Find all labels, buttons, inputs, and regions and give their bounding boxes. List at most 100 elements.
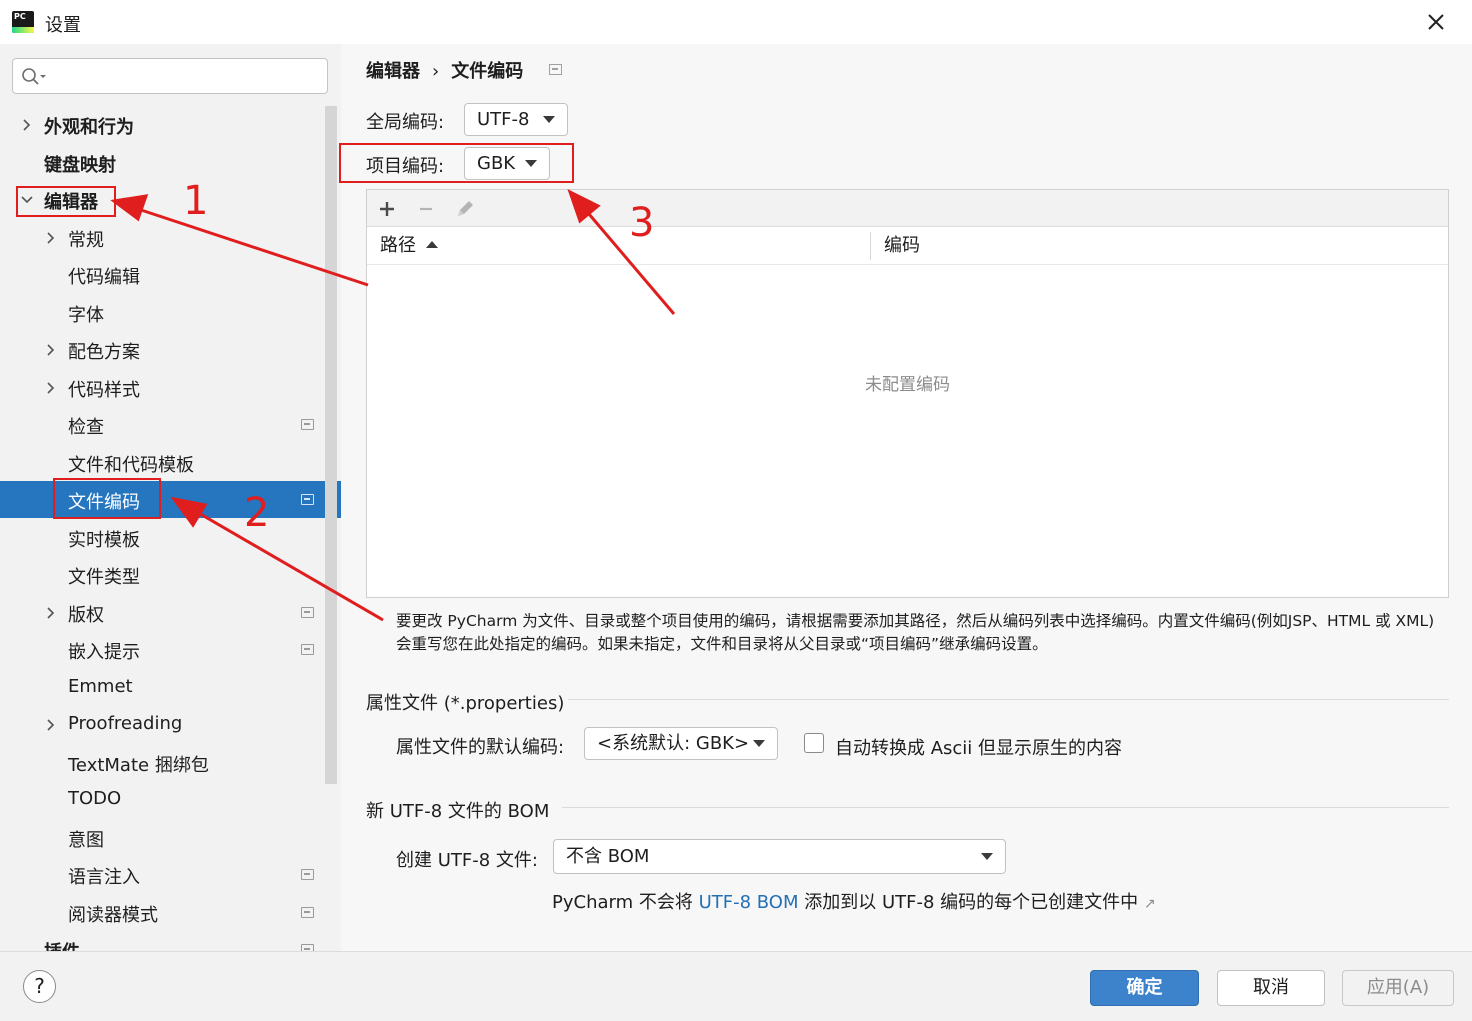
sidebar-item[interactable]: 外观和行为 (0, 106, 341, 143)
annotation-number-1: 1 (183, 178, 209, 224)
bom-dropdown[interactable]: 不含 BOM (553, 839, 1006, 874)
properties-encoding-dropdown[interactable]: <系统默认: GBK> (584, 727, 778, 760)
sidebar-item-label: TODO (68, 788, 122, 809)
bom-note-prefix: PyCharm 不会将 (552, 892, 699, 913)
column-header-encoding[interactable]: 编码 (884, 228, 920, 264)
sidebar-item-label: 字体 (68, 304, 104, 326)
sidebar-item[interactable]: 实时模板 (0, 519, 341, 556)
sidebar-item[interactable]: 字体 (0, 294, 341, 331)
sidebar-item-label: 文件类型 (68, 567, 140, 588)
bom-note-suffix: 添加到以 UTF-8 编码的每个已创建文件中 (798, 892, 1139, 913)
sidebar-item-label: 外观和行为 (44, 117, 134, 138)
project-scope-icon (301, 906, 314, 918)
column-divider[interactable] (870, 232, 871, 260)
sidebar-item[interactable]: 文件类型 (0, 556, 341, 593)
annotation-box-editor (16, 186, 116, 217)
project-scope-icon (301, 644, 314, 655)
ascii-conversion-label[interactable]: 自动转换成 Ascii 但显示原生的内容 (835, 734, 1122, 760)
chevron-right-icon[interactable] (44, 231, 58, 245)
section-divider (562, 807, 1449, 808)
chevron-right-icon[interactable] (44, 718, 58, 732)
sidebar-item[interactable]: 检查 (0, 406, 341, 443)
chevron-down-icon (981, 853, 993, 860)
cancel-button[interactable]: 取消 (1217, 970, 1325, 1006)
project-scope-icon (301, 944, 314, 951)
chevron-right-icon[interactable] (44, 343, 58, 357)
add-icon[interactable] (376, 198, 398, 220)
bom-value: 不含 BOM (566, 846, 650, 867)
sidebar-item[interactable]: 代码编辑 (0, 256, 341, 293)
global-encoding-label: 全局编码: (366, 112, 445, 133)
sidebar-item-label: 意图 (68, 829, 104, 851)
sidebar-item[interactable]: 常规 (0, 219, 341, 256)
chevron-right-icon[interactable] (44, 381, 58, 395)
sidebar-item[interactable]: TextMate 捆绑包 (0, 744, 341, 781)
properties-encoding-value: <系统默认: GBK> (597, 733, 750, 754)
project-scope-icon (301, 419, 314, 430)
properties-default-encoding-label: 属性文件的默认编码: (396, 737, 565, 758)
sidebar-item-label: Proofreading (68, 713, 183, 734)
sidebar-item-label: 代码编辑 (68, 267, 140, 288)
create-utf8-label: 创建 UTF-8 文件: (396, 850, 538, 871)
title-bar: PC 设置 (0, 0, 1472, 44)
external-link-icon[interactable]: ↗ (1144, 896, 1156, 912)
sidebar-item[interactable]: TODO (0, 781, 341, 818)
sidebar-item[interactable]: 插件 (0, 931, 341, 951)
column-header-path[interactable]: 路径 (380, 228, 438, 264)
sidebar-item[interactable]: 语言注入 (0, 856, 341, 893)
sidebar-item[interactable]: 键盘映射 (0, 144, 341, 181)
window-title: 设置 (45, 15, 81, 36)
sidebar-item-label: TextMate 捆绑包 (68, 754, 209, 776)
sidebar-item-label: 配色方案 (68, 342, 140, 363)
sidebar-item-label: 语言注入 (68, 867, 140, 888)
ascii-conversion-checkbox[interactable] (804, 733, 824, 753)
breadcrumb-current: 文件编码 (451, 61, 524, 82)
search-input[interactable] (12, 58, 328, 94)
sidebar-item[interactable]: 阅读器模式 (0, 894, 341, 931)
dialog-footer: ? 确定 取消 应用(A) (0, 951, 1472, 1021)
sidebar-item-label: 插件 (44, 938, 80, 951)
remove-icon[interactable] (415, 198, 437, 220)
breadcrumb-separator: › (432, 61, 440, 82)
project-scope-icon (301, 606, 314, 618)
annotation-box-project-encoding (339, 143, 574, 183)
sidebar-item[interactable]: 版权 (0, 594, 341, 631)
chevron-down-icon (753, 740, 765, 747)
apply-button[interactable]: 应用(A) (1342, 970, 1454, 1006)
sidebar-item[interactable]: 文件编码 (0, 481, 341, 518)
sidebar-scrollbar[interactable] (325, 106, 337, 784)
sidebar-item[interactable]: 配色方案 (0, 331, 341, 368)
annotation-number-3: 3 (629, 200, 655, 246)
sidebar-item-label: 版权 (68, 604, 104, 626)
breadcrumb: 编辑器 › 文件编码 (366, 57, 523, 83)
project-scope-icon (301, 494, 314, 505)
sidebar-item[interactable]: 代码样式 (0, 369, 341, 406)
sidebar-item[interactable]: 文件和代码模板 (0, 444, 341, 481)
chevron-right-icon[interactable] (20, 118, 34, 132)
sidebar-item[interactable]: Emmet (0, 669, 341, 706)
help-button[interactable]: ? (23, 970, 56, 1003)
sidebar-item[interactable]: 嵌入提示 (0, 631, 341, 668)
sidebar-item[interactable]: Proofreading (0, 706, 341, 743)
edit-icon[interactable] (454, 198, 476, 220)
sidebar-item-label: 检查 (68, 417, 104, 438)
project-scope-icon (301, 869, 314, 880)
sort-ascending-icon (426, 241, 438, 248)
encoding-help-text: 要更改 PyCharm 为文件、目录或整个项目使用的编码，请根据需要添加其路径，… (396, 612, 1435, 653)
chevron-right-icon[interactable] (44, 606, 58, 620)
bom-note: PyCharm 不会将 UTF-8 BOM 添加到以 UTF-8 编码的每个已创… (552, 888, 1156, 914)
sidebar-item-label: 文件和代码模板 (68, 454, 194, 476)
path-encoding-table: 路径 编码 未配置编码 (366, 189, 1449, 598)
sidebar-item-label: 键盘映射 (44, 154, 116, 176)
utf8-bom-link[interactable]: UTF-8 BOM (699, 892, 799, 913)
table-empty-text: 未配置编码 (865, 375, 950, 395)
properties-section-title: 属性文件 (*.properties) (366, 693, 565, 714)
close-icon[interactable] (1422, 8, 1450, 36)
sidebar-item[interactable]: 意图 (0, 819, 341, 856)
section-divider (568, 699, 1449, 700)
breadcrumb-parent[interactable]: 编辑器 (366, 61, 420, 82)
global-encoding-dropdown[interactable]: UTF-8 (464, 103, 568, 136)
sidebar-item-label: Emmet (68, 675, 133, 697)
ok-button[interactable]: 确定 (1090, 970, 1199, 1006)
header-divider (367, 264, 1448, 265)
